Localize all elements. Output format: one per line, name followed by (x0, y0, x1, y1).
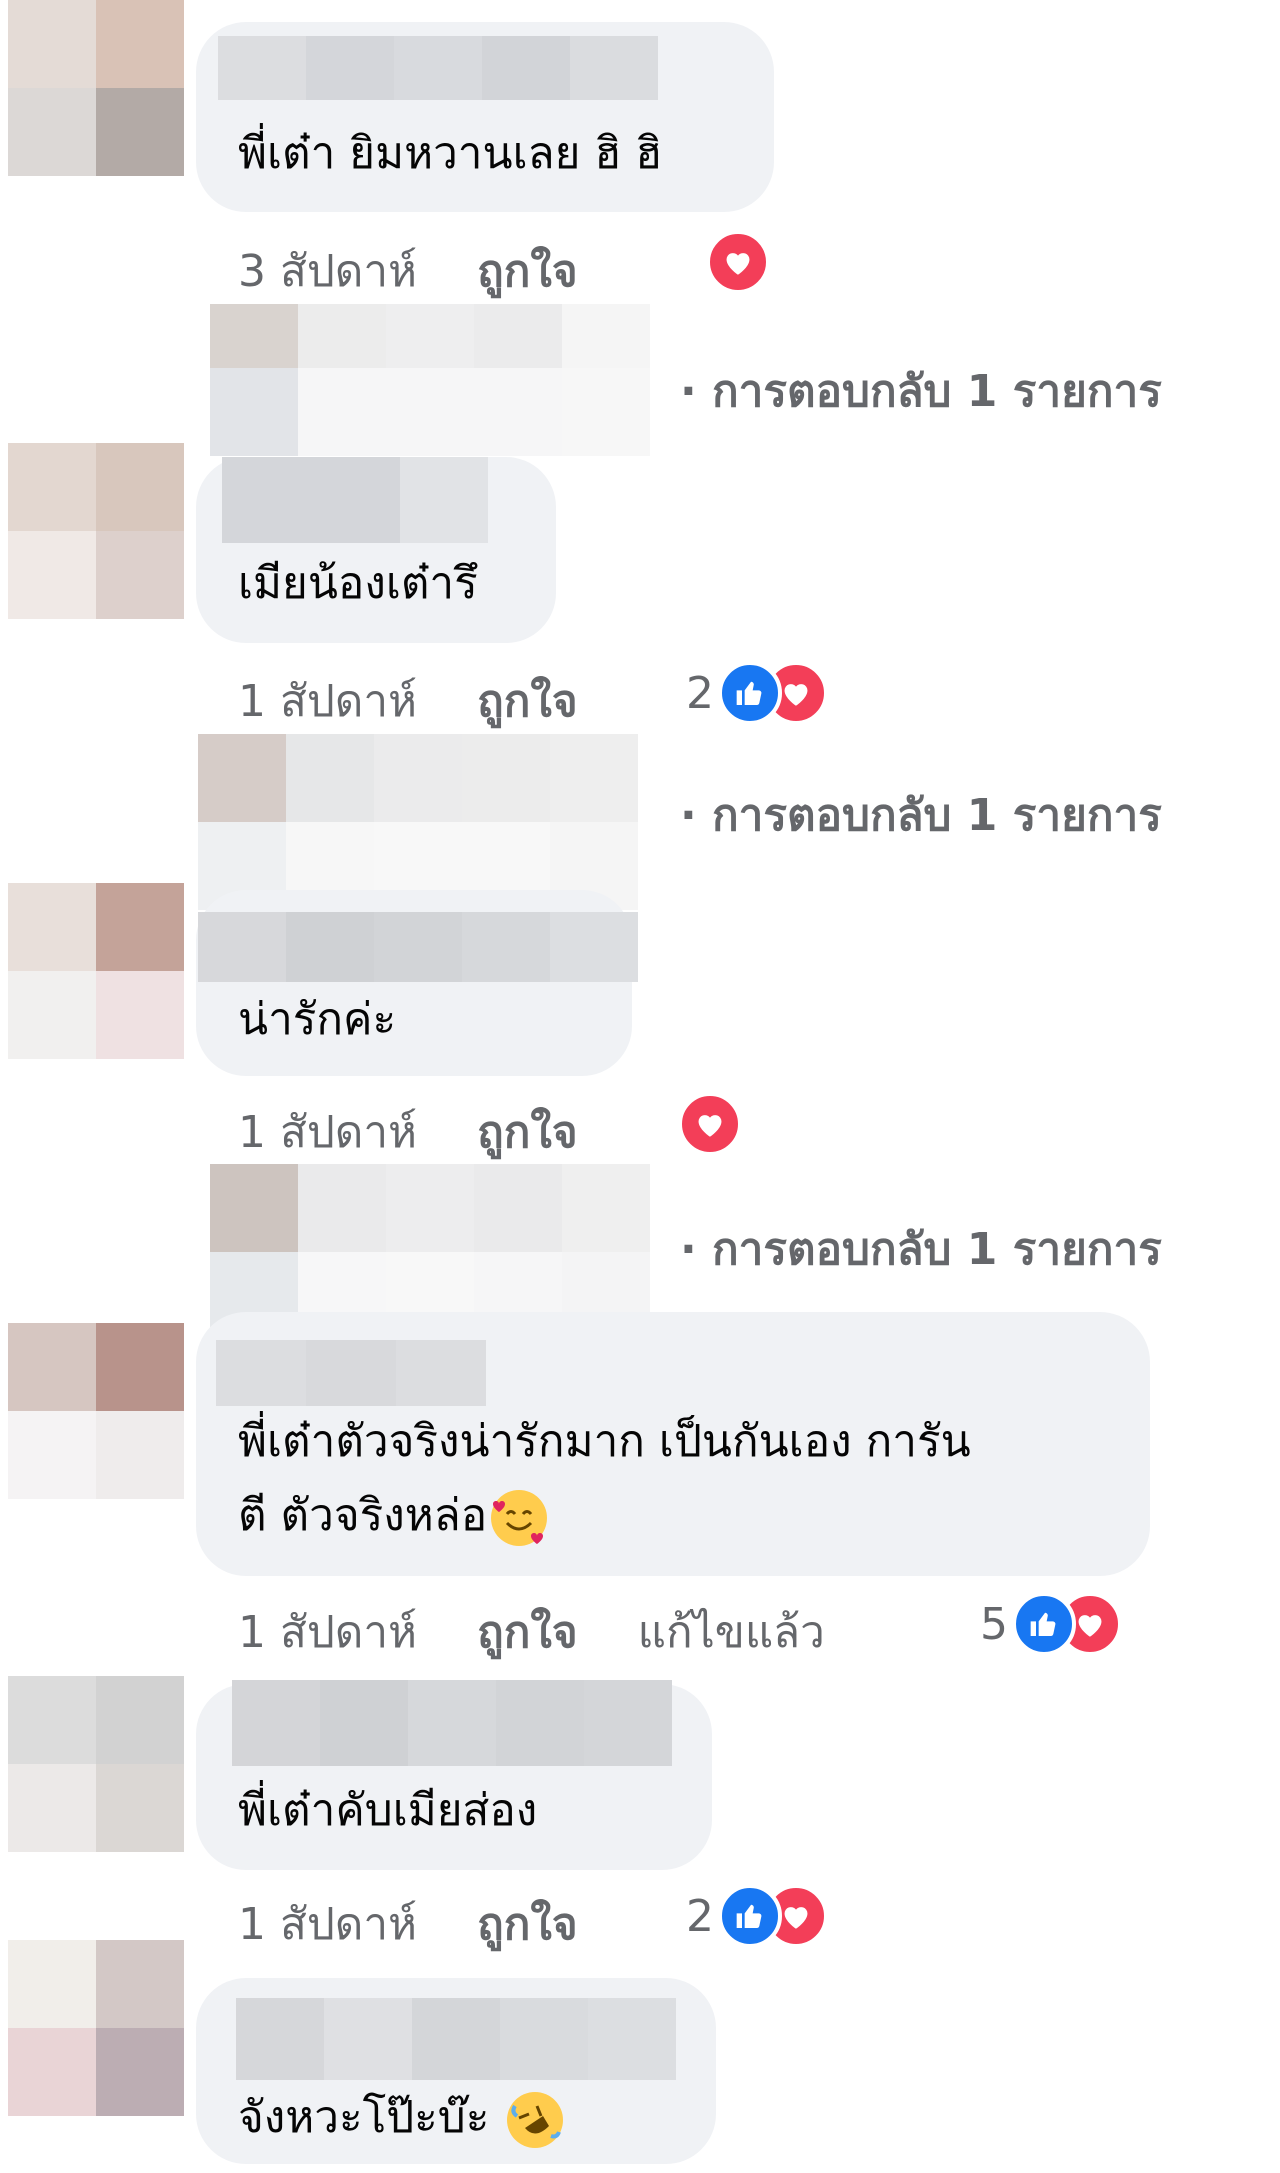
comment-meta: 1 สัปดาห์ ถูกใจ (238, 1096, 638, 1168)
like-button[interactable]: ถูกใจ (477, 1097, 578, 1167)
comment-text: พี่เต๋า ยิมหวานเลย ฮิ ฮิ (238, 128, 663, 179)
comment-meta: 1 สัปดาห์ ถูกใจ (238, 1888, 638, 1960)
love-reaction-icon (678, 1092, 742, 1156)
reaction-summary[interactable] (678, 1092, 742, 1156)
view-replies-link[interactable]: · การตอบกลับ 1 รายการ (680, 356, 1162, 426)
comment-text: พี่เต๋าคับเมียส่อง (238, 1785, 538, 1836)
commenter-name[interactable] (198, 912, 638, 982)
like-reaction-icon (718, 1884, 782, 1948)
comment-timestamp[interactable]: 1 สัปดาห์ (238, 1597, 417, 1667)
comment-text: เมียน้องเต๋ารึ (238, 558, 478, 609)
comment-text: น่ารักค่ะ (238, 994, 397, 1045)
like-button[interactable]: ถูกใจ (477, 1597, 578, 1667)
avatar[interactable] (8, 0, 184, 176)
comment-timestamp[interactable]: 3 สัปดาห์ (238, 236, 417, 306)
reaction-count: 2 (686, 667, 714, 719)
like-button[interactable]: ถูกใจ (477, 236, 578, 306)
reaction-summary[interactable]: 2 (686, 1884, 828, 1948)
comment-text-with-emoji: จังหวะโป๊ะบ๊ะ (238, 2082, 564, 2154)
comment-text: จังหวะโป๊ะบ๊ะ (238, 2092, 490, 2143)
reaction-summary[interactable]: 2 (686, 661, 828, 725)
love-reaction-icon (706, 230, 770, 294)
rolling-on-floor-laughing-icon (507, 2092, 564, 2148)
comment-text-line-2: ตี ตัวจริงหล่อ (238, 1480, 548, 1552)
avatar[interactable] (8, 1676, 184, 1852)
reaction-summary[interactable] (706, 230, 770, 294)
avatar[interactable] (8, 1323, 184, 1499)
edited-label[interactable]: แก้ไขแล้ว (638, 1597, 825, 1667)
comment-text-line-2-text: ตี ตัวจริงหล่อ (238, 1490, 488, 1541)
view-replies-link[interactable]: · การตอบกลับ 1 รายการ (680, 1214, 1162, 1284)
like-button[interactable]: ถูกใจ (477, 666, 578, 736)
commenter-name[interactable] (222, 457, 488, 543)
commenter-name[interactable] (236, 1998, 676, 2080)
reaction-count: 5 (980, 1598, 1008, 1650)
commenter-name[interactable] (232, 1680, 672, 1766)
like-reaction-icon (718, 661, 782, 725)
commenter-name[interactable] (216, 1340, 486, 1406)
commenter-name[interactable] (218, 36, 658, 100)
comment-timestamp[interactable]: 1 สัปดาห์ (238, 666, 417, 736)
avatar[interactable] (8, 1940, 184, 2116)
reaction-count: 2 (686, 1890, 714, 1942)
comment-text-line-1: พี่เต๋าตัวจริงน่ารักมาก เป็นกันเอง การัน (238, 1416, 971, 1467)
smiling-face-with-hearts-icon (491, 1490, 548, 1546)
comment-meta: 1 สัปดาห์ ถูกใจ (238, 665, 638, 737)
comment-meta: 3 สัปดาห์ ถูกใจ (238, 236, 638, 306)
avatar[interactable] (8, 883, 184, 1059)
avatar[interactable] (8, 443, 184, 619)
like-reaction-icon (1012, 1592, 1076, 1656)
replier-avatars[interactable] (210, 304, 650, 456)
replier-avatars[interactable] (198, 734, 638, 910)
comment-timestamp[interactable]: 1 สัปดาห์ (238, 1889, 417, 1959)
comment-meta: 1 สัปดาห์ ถูกใจ แก้ไขแล้ว (238, 1596, 825, 1668)
view-replies-link[interactable]: · การตอบกลับ 1 รายการ (680, 780, 1162, 850)
like-button[interactable]: ถูกใจ (477, 1889, 578, 1959)
comment-timestamp[interactable]: 1 สัปดาห์ (238, 1097, 417, 1167)
reaction-summary[interactable]: 5 (980, 1592, 1122, 1656)
